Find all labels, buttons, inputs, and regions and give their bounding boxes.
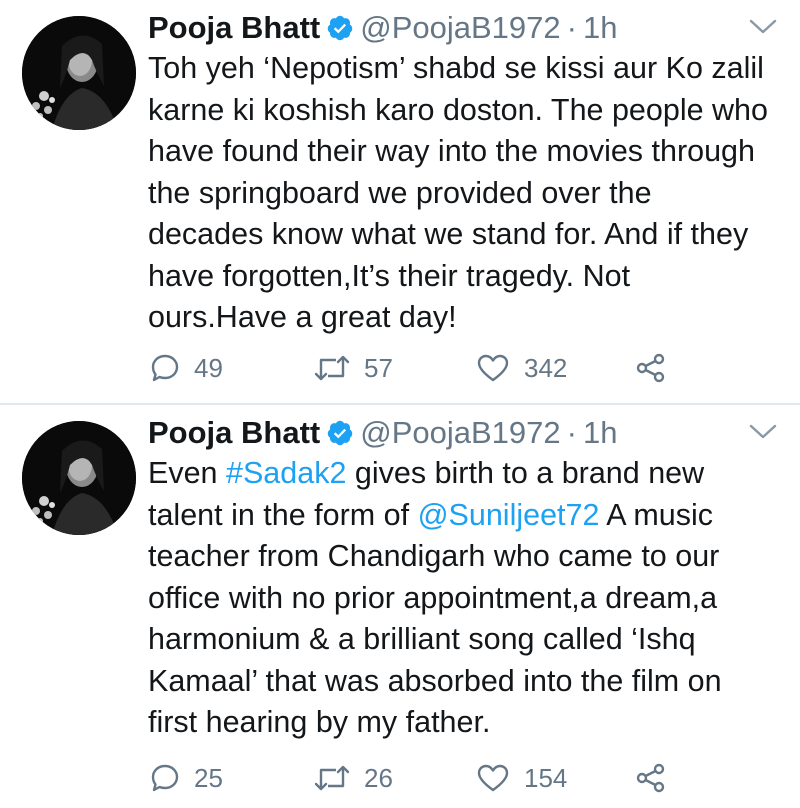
display-name[interactable]: Pooja Bhatt [148, 415, 320, 451]
tweet-text-line: ours.Have a great day! [148, 300, 457, 334]
tweet-text: Even #Sadak2 gives birth to a brand new … [148, 453, 788, 744]
chevron-down-icon[interactable] [748, 18, 778, 36]
retweet-icon [314, 355, 350, 381]
share-icon [636, 353, 665, 383]
tweet-text-line: office with no prior appointment,a dream… [148, 580, 718, 615]
reply-icon [151, 764, 179, 792]
tweet-text-line: have forgotten,It’s their tragedy. Not [148, 258, 631, 293]
like-count: 342 [524, 352, 568, 383]
chevron-down-icon[interactable] [748, 423, 778, 441]
like-count: 154 [524, 762, 568, 793]
retweet-icon [314, 765, 350, 791]
tweet[interactable]: Pooja Bhatt @PoojaB1972 · 1h Even #Sadak… [0, 405, 800, 808]
username[interactable]: @PoojaB1972 [360, 415, 560, 451]
timestamp[interactable]: 1h [583, 10, 617, 46]
avatar-photo [22, 421, 136, 535]
heart-icon [477, 354, 509, 382]
tweet-actions: 25 26 154 [150, 760, 690, 796]
tweet-actions: 49 57 342 [150, 350, 690, 386]
avatar[interactable] [22, 16, 136, 130]
tweet-text-line: Kamaal’ that was absorbed into the film … [148, 663, 722, 698]
avatar[interactable] [22, 421, 136, 535]
reply-button[interactable]: 25 [150, 760, 223, 796]
mention-link[interactable]: @Suniljeet72 [418, 498, 600, 532]
tweet-text-line: talent in the form of @Suniljeet72 A mus… [148, 495, 788, 537]
tweet-header: Pooja Bhatt @PoojaB1972 · 1h [148, 411, 617, 455]
heart-icon [477, 764, 509, 792]
tweet-header: Pooja Bhatt @PoojaB1972 · 1h [148, 6, 617, 50]
hashtag-link[interactable]: #Sadak2 [226, 456, 346, 490]
username[interactable]: @PoojaB1972 [360, 10, 560, 46]
text-segment: Even [148, 456, 226, 490]
separator: · [566, 415, 577, 450]
tweet-text-line: decades know what we stand for. And if t… [148, 217, 749, 251]
reply-count: 49 [194, 352, 223, 383]
retweet-button[interactable]: 57 [314, 350, 393, 386]
tweet-text-line: karne ki koshish karo doston. The people… [148, 92, 768, 127]
retweet-count: 26 [364, 762, 393, 793]
reply-icon [151, 354, 179, 382]
display-name[interactable]: Pooja Bhatt [148, 10, 320, 46]
timestamp[interactable]: 1h [583, 415, 617, 451]
like-button[interactable]: 154 [476, 760, 567, 796]
separator: · [566, 10, 577, 45]
retweet-button[interactable]: 26 [314, 760, 393, 796]
tweet-text-line: harmonium & a brilliant song called ‘Ish… [148, 622, 696, 656]
retweet-count: 57 [364, 352, 393, 383]
tweet-text-line: Toh yeh ‘Nepotism’ shabd se kissi aur Ko… [148, 51, 764, 85]
share-icon [636, 763, 665, 793]
tweet-text-line: have found their way into the movies thr… [148, 134, 755, 168]
like-button[interactable]: 342 [476, 350, 567, 386]
reply-count: 25 [194, 762, 223, 793]
tweet-text-line: teacher from Chandigarh who came to our [148, 539, 720, 573]
verified-badge-icon [327, 15, 353, 41]
tweet-text-line: the springboard we provided over the [148, 175, 652, 210]
share-button[interactable] [636, 350, 666, 386]
tweet-text-line: Even #Sadak2 gives birth to a brand new [148, 453, 788, 495]
text-segment: talent in the form of [148, 497, 418, 532]
reply-button[interactable]: 49 [150, 350, 223, 386]
tweet-text-line: first hearing by my father. [148, 705, 491, 739]
share-button[interactable] [636, 760, 666, 796]
tweet[interactable]: Pooja Bhatt @PoojaB1972 · 1h Toh yeh ‘Ne… [0, 0, 800, 404]
text-segment: gives birth to a brand new [346, 456, 705, 490]
avatar-photo [22, 16, 136, 130]
tweet-text: Toh yeh ‘Nepotism’ shabd se kissi aur Ko… [148, 48, 788, 339]
verified-badge-icon [327, 420, 353, 446]
text-segment: A music [599, 497, 714, 532]
